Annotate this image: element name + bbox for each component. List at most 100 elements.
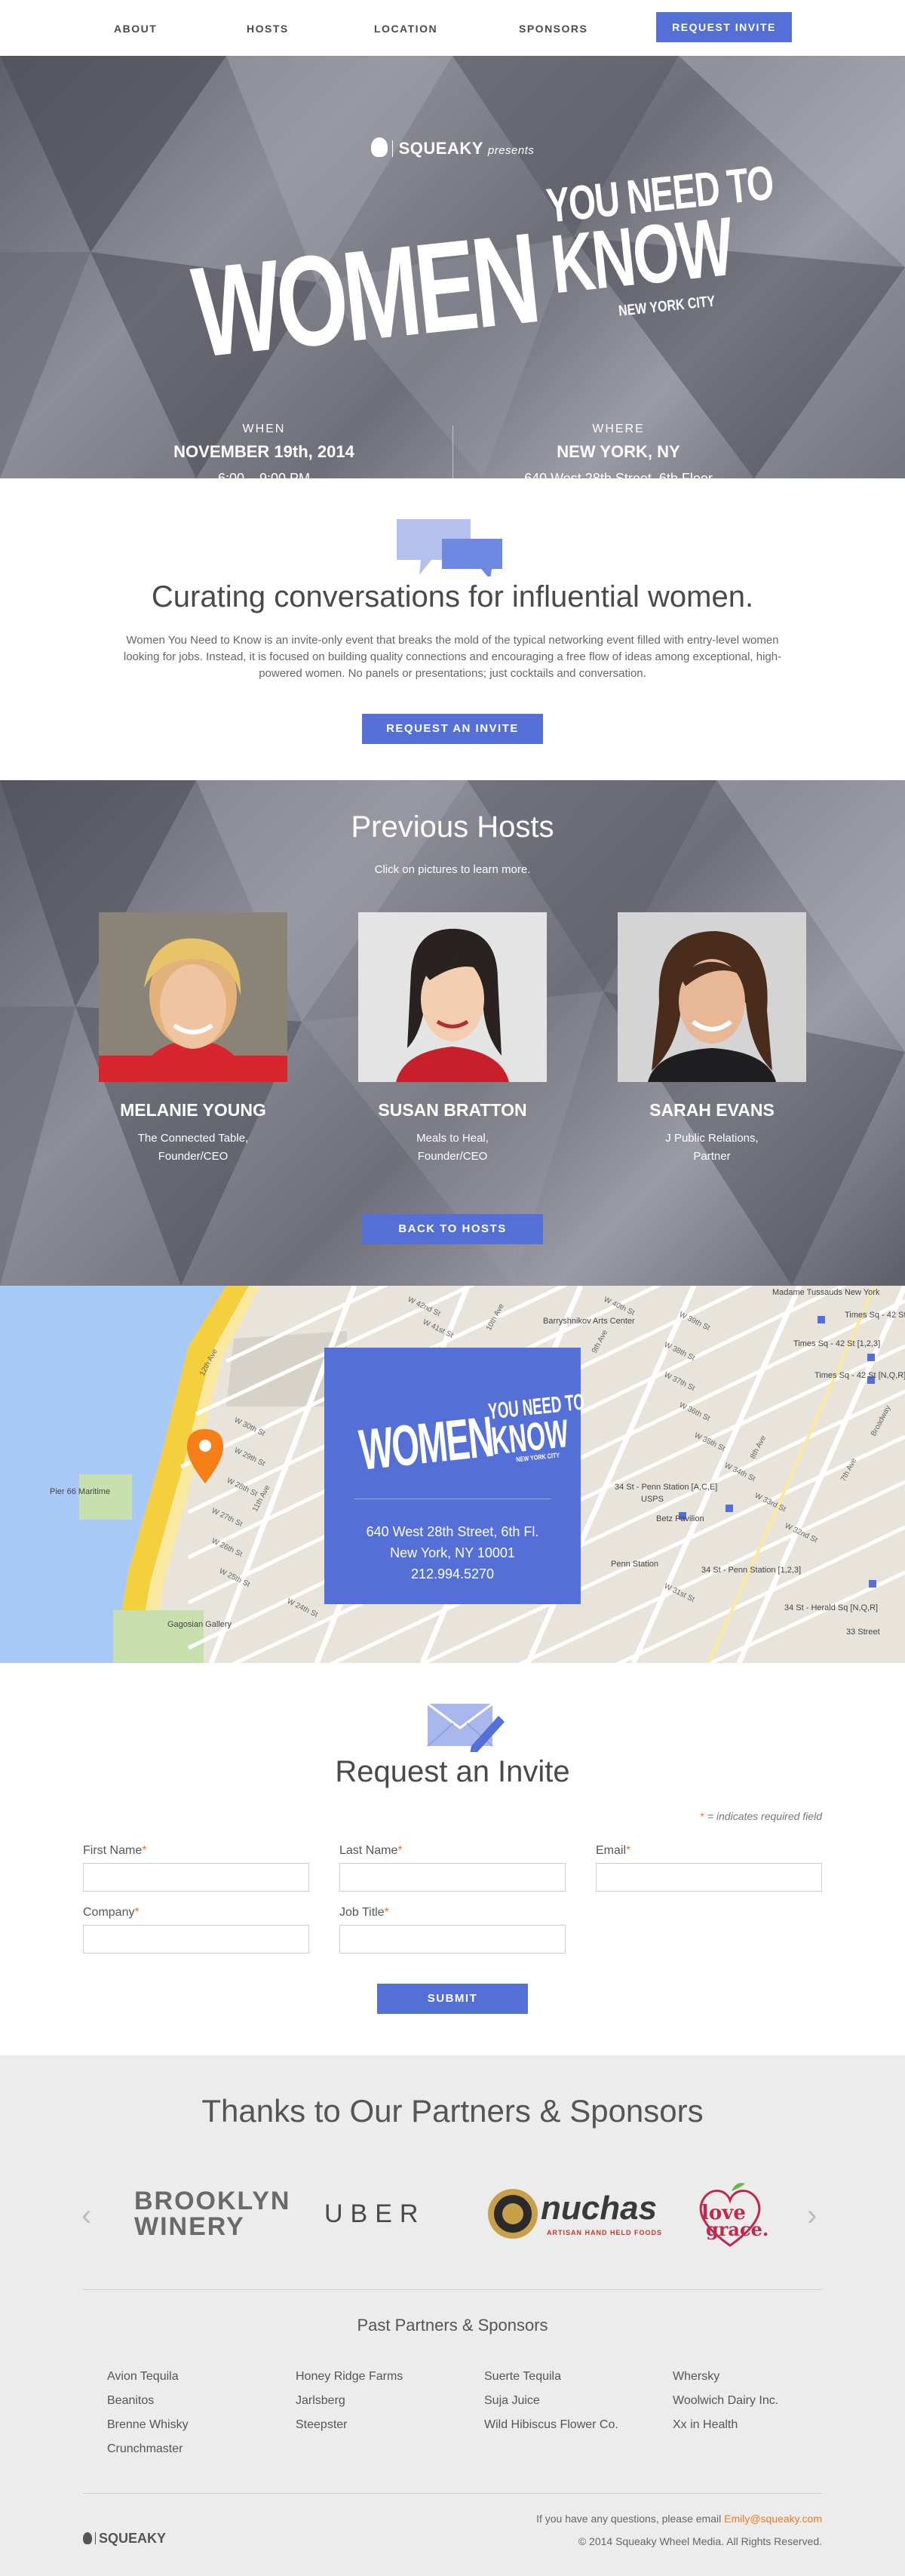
first-name-input[interactable] — [83, 1863, 309, 1892]
map-label: Gagosian Gallery — [167, 1620, 232, 1629]
event-when: WHEN NOVEMBER 19th, 2014 6:00 – 9:00 PM — [128, 423, 400, 478]
map-label: Times Sq - 42 St — [845, 1311, 905, 1320]
hosts-heading: Previous Hosts — [351, 810, 554, 844]
map-label: Barryshnikov Arts Center — [543, 1317, 635, 1326]
location-phone: 212.994.5270 — [410, 1566, 495, 1582]
host-card-sarah-evans[interactable]: SARAH EVANS J Public Relations, Partner — [599, 912, 825, 1166]
host-role: Meals to Heal, Founder/CEO — [416, 1132, 489, 1163]
last-name-input[interactable] — [339, 1863, 566, 1892]
map-label: Madame Tussauds New York — [772, 1288, 880, 1297]
nav-location-link[interactable]: LOCATION — [374, 23, 437, 35]
hosts-section: Previous Hosts Click on pictures to lear… — [0, 780, 905, 1286]
brooklyn-winery-logo: BROOKLYN WINERY — [134, 2187, 291, 2241]
nav-about-link[interactable]: ABOUT — [114, 23, 157, 35]
nav-request-invite-button[interactable]: REQUEST INVITE — [656, 12, 792, 42]
map-label: 34 St - Herald Sq [N,Q,R] — [784, 1603, 878, 1612]
footer-email-link[interactable]: Emily@squeaky.com — [724, 2513, 822, 2525]
list-item: Suerte Tequila — [484, 2370, 561, 2383]
host-card-melanie-young[interactable]: MELANIE YOUNG The Connected Table, Found… — [80, 912, 306, 1166]
event-city: NEW YORK, NY — [557, 442, 680, 461]
list-item: Honey Ridge Farms — [296, 2370, 403, 2383]
past-sponsors-column: Honey Ridge Farms Jarlsberg Steepster — [296, 2365, 484, 2437]
company-label: Company* — [83, 1906, 140, 1919]
squeaky-logo-icon — [370, 137, 388, 157]
list-item: Suja Juice — [484, 2394, 540, 2407]
list-item: Beanitos — [107, 2394, 155, 2407]
love-grace-logo: love grace. — [692, 2183, 775, 2247]
email-input[interactable] — [596, 1863, 822, 1892]
squeaky-logo-icon — [83, 2532, 92, 2544]
host-photo[interactable] — [618, 912, 806, 1082]
required-note: * = indicates required field — [700, 1810, 823, 1822]
map-label: Times Sq - 42 St [1,2,3] — [793, 1339, 880, 1348]
envelope-pencil-icon — [427, 1702, 505, 1752]
hero-section: SQUEAKY presents WOMEN YOU NEED TO KNOW N… — [0, 56, 905, 478]
list-item: Crunchmaster — [107, 2442, 183, 2455]
event-time: 6:00 – 9:00 PM — [217, 471, 311, 478]
map-label: Betz Pavilion — [656, 1514, 704, 1523]
uber-logo: UBER — [324, 2199, 426, 2228]
list-item: Whersky — [673, 2370, 720, 2383]
nav-hosts-link[interactable]: HOSTS — [247, 23, 289, 35]
request-invite-section: Request an Invite * = indicates required… — [0, 1663, 905, 2055]
list-item: Woolwich Dairy Inc. — [673, 2394, 779, 2407]
host-photo[interactable] — [99, 912, 287, 1082]
host-portrait-image — [358, 912, 547, 1082]
map-label: USPS — [641, 1495, 664, 1504]
map-label: 34 St - Penn Station [A,C,E] — [615, 1483, 717, 1492]
host-card-susan-bratton[interactable]: SUSAN BRATTON Meals to Heal, Founder/CEO — [339, 912, 566, 1166]
about-heading: Curating conversations for influential w… — [151, 580, 754, 613]
job-title-label: Job Title* — [339, 1906, 389, 1919]
event-logo: WOMEN YOU NEED TO KNOW NEW YORK CITY — [356, 1389, 586, 1483]
event-address: 640 West 28th Street, 6th Floor — [524, 471, 713, 478]
past-sponsors-column: Suerte Tequila Suja Juice Wild Hibiscus … — [484, 2365, 673, 2437]
map-label: 33 Street — [846, 1628, 880, 1637]
past-sponsors-column: Whersky Woolwich Dairy Inc. Xx in Health — [673, 2365, 861, 2437]
footer-logo: SQUEAKY — [83, 2531, 166, 2547]
location-card: WOMEN YOU NEED TO KNOW NEW YORK CITY 640… — [324, 1348, 586, 1604]
title-know: KNOW — [546, 200, 736, 312]
hero-divider — [452, 426, 453, 478]
list-item: Brenne Whisky — [107, 2418, 189, 2431]
host-photo[interactable] — [358, 912, 547, 1082]
location-address: 640 West 28th Street, 6th Fl. New York, … — [324, 1521, 581, 1585]
host-name: SARAH EVANS — [649, 1100, 775, 1120]
event-where: WHERE NEW YORK, NY 640 West 28th Street,… — [483, 423, 754, 478]
email-label: Email* — [596, 1844, 631, 1857]
job-title-input[interactable] — [339, 1925, 566, 1954]
nav-sponsors-link[interactable]: SPONSORS — [519, 23, 587, 35]
first-name-label: First Name* — [83, 1844, 147, 1857]
host-role: J Public Relations, Partner — [665, 1132, 759, 1163]
map-label: 34 St - Penn Station [1,2,3] — [701, 1566, 801, 1575]
sponsors-heading: Thanks to Our Partners & Sponsors — [201, 2093, 704, 2129]
about-body: Women You Need to Know is an invite-only… — [123, 634, 782, 680]
host-portrait-image — [618, 912, 806, 1082]
past-sponsors-column: Avion Tequila Beanitos Brenne Whisky Cru… — [107, 2365, 296, 2461]
map-label: Penn Station — [611, 1560, 658, 1569]
nuchas-seal-icon — [488, 2189, 538, 2239]
host-role: The Connected Table, Founder/CEO — [137, 1132, 249, 1163]
back-to-hosts-button[interactable]: BACK TO HOSTS — [362, 1214, 543, 1244]
list-item: Xx in Health — [673, 2418, 738, 2431]
list-item: Jarlsberg — [296, 2394, 345, 2407]
company-input[interactable] — [83, 1925, 309, 1954]
nuchas-logo: nuchas ARTISAN HAND HELD FOODS — [486, 2184, 667, 2244]
past-sponsors-heading: Past Partners & Sponsors — [357, 2316, 548, 2335]
list-item: Avion Tequila — [107, 2370, 179, 2383]
last-name-label: Last Name* — [339, 1844, 403, 1857]
location-map[interactable]: Madame Tussauds New York Times Sq - 42 S… — [0, 1286, 905, 1663]
sponsors-section: Thanks to Our Partners & Sponsors ‹ › BR… — [0, 2055, 905, 2576]
list-item: Steepster — [296, 2418, 348, 2431]
list-item: Wild Hibiscus Flower Co. — [484, 2418, 618, 2431]
chat-bubbles-icon — [397, 519, 502, 576]
carousel-next-arrow-icon[interactable]: › — [807, 2199, 817, 2233]
carousel-prev-arrow-icon[interactable]: ‹ — [81, 2199, 91, 2233]
title-women: WOMEN — [186, 206, 542, 386]
submit-button[interactable]: SUBMIT — [377, 1984, 528, 2014]
event-date: NOVEMBER 19th, 2014 — [173, 442, 354, 461]
map-label: Times Sq - 42 St [N,Q,R] — [814, 1371, 905, 1380]
request-an-invite-button[interactable]: REQUEST AN INVITE — [362, 714, 543, 744]
footer-copyright: © 2014 Squeaky Wheel Media. All Rights R… — [578, 2535, 822, 2547]
invite-heading: Request an Invite — [335, 1755, 570, 1788]
host-name: SUSAN BRATTON — [378, 1100, 527, 1120]
